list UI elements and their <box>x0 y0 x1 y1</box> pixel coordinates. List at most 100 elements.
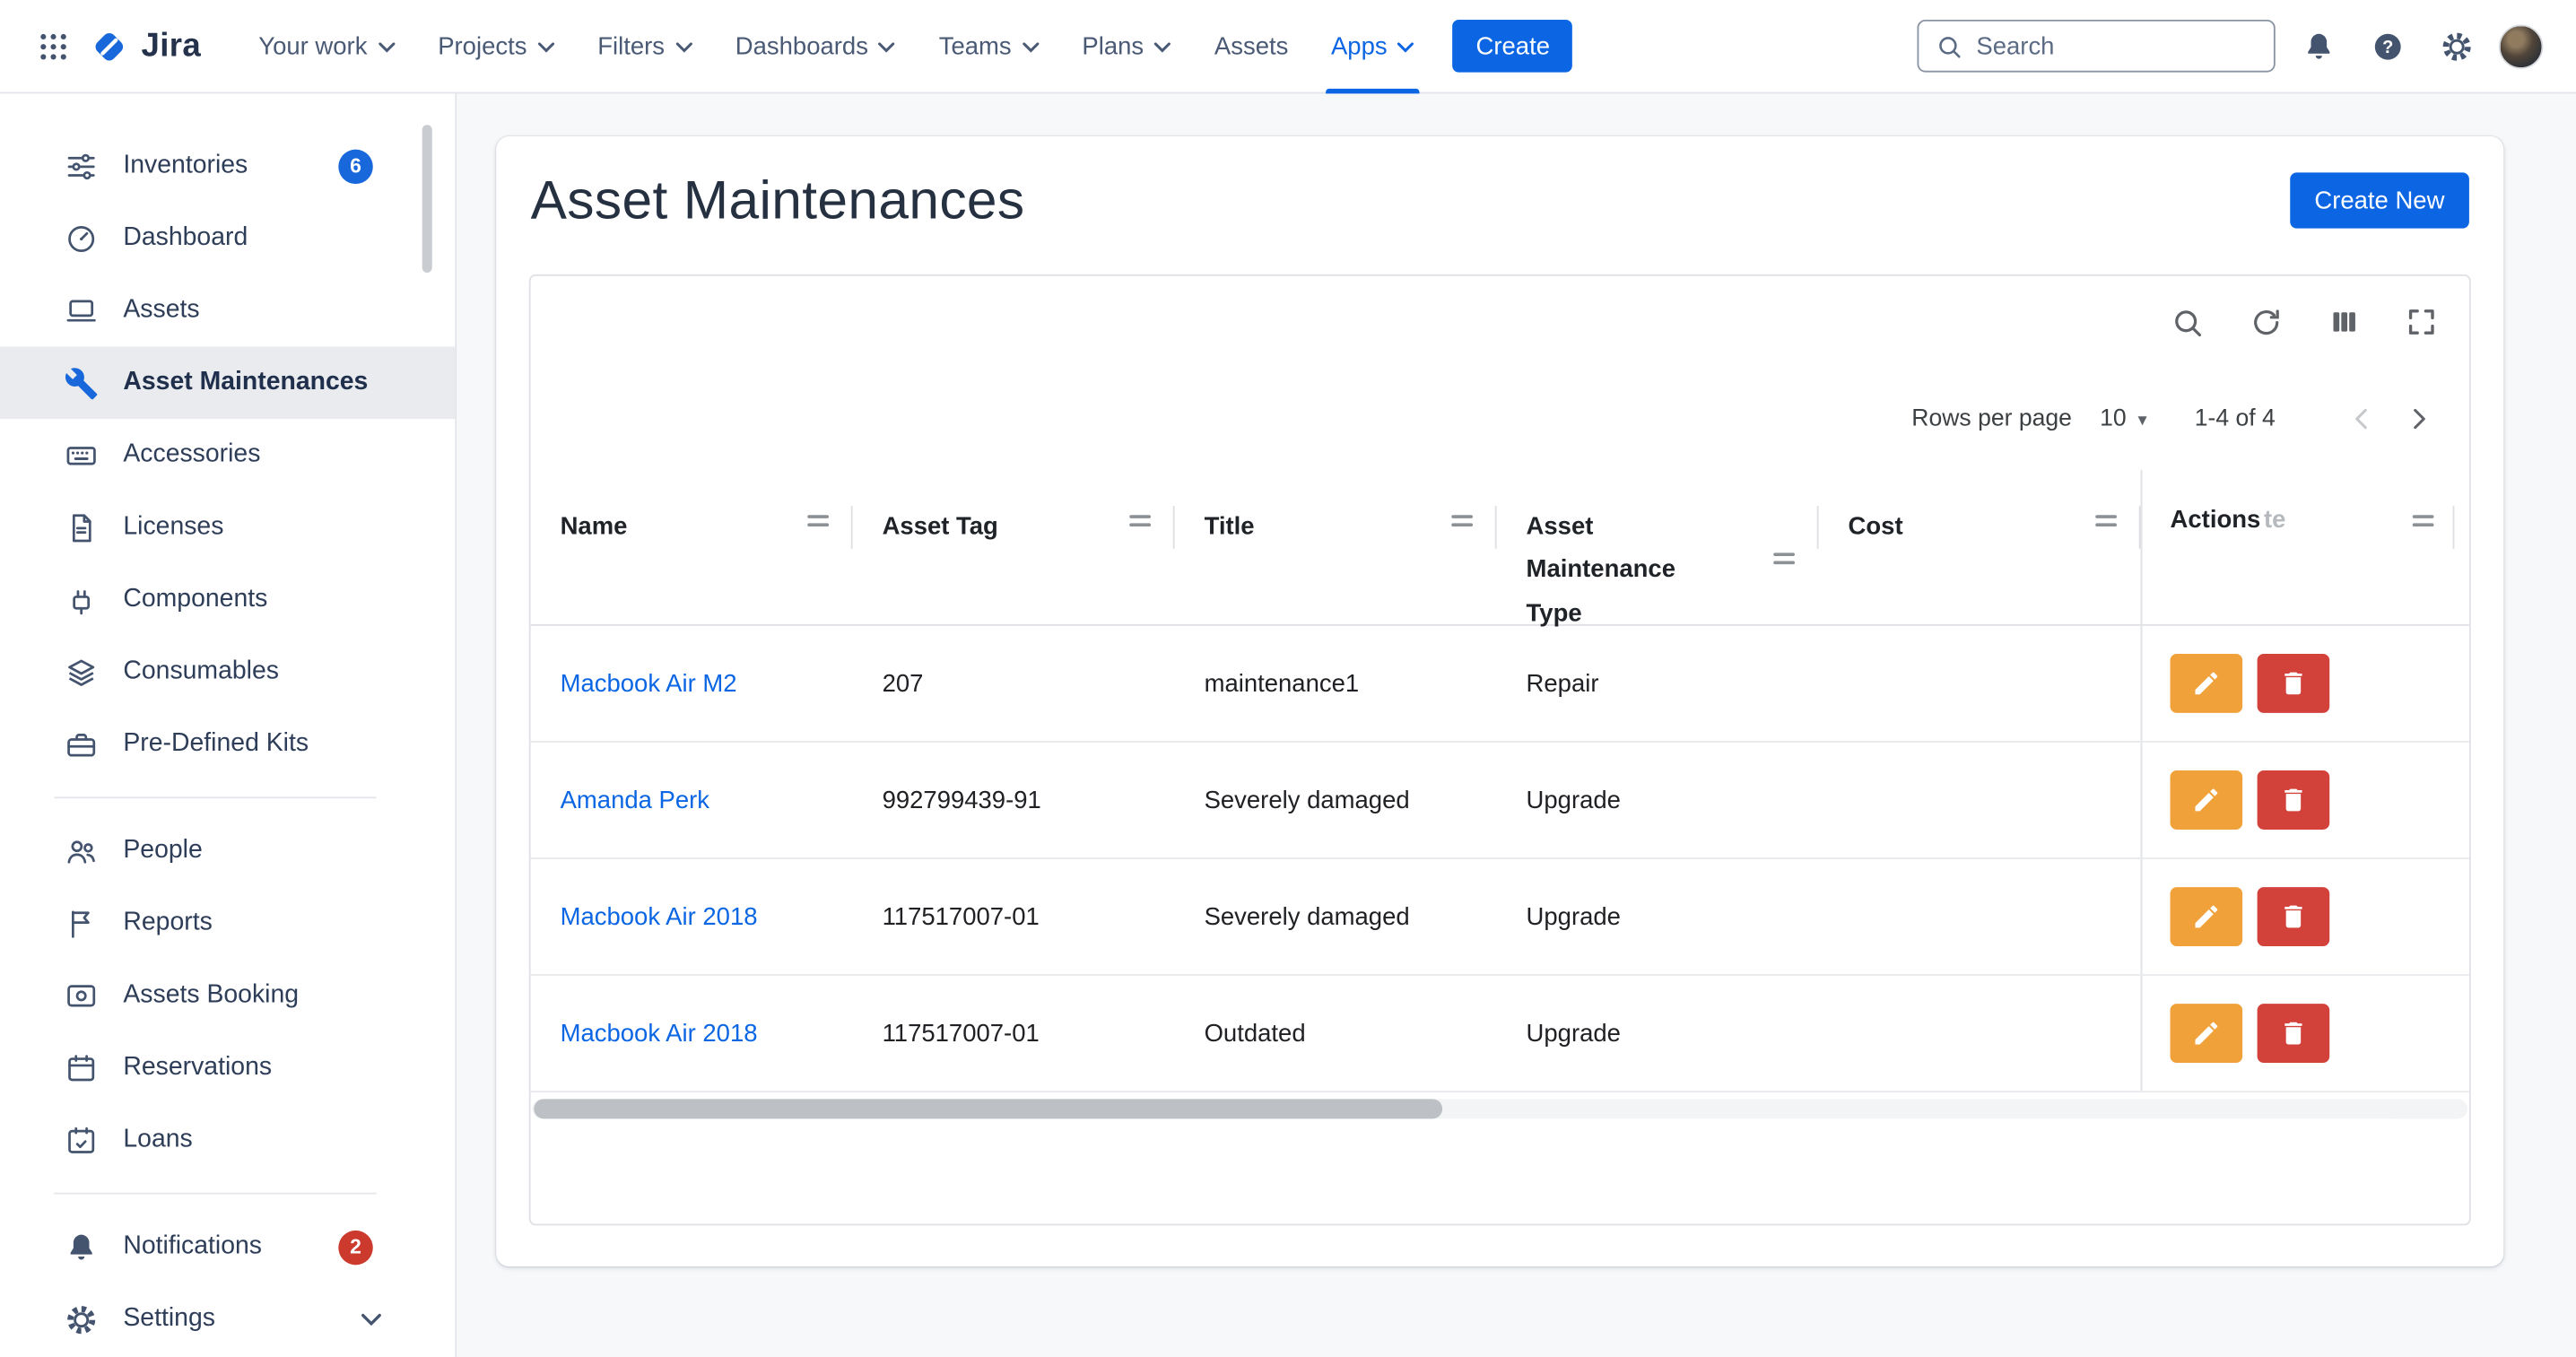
sidebar-item-reports[interactable]: Reports <box>0 887 455 960</box>
jira-logo-mark-icon <box>89 25 130 66</box>
column-drag-handle-icon[interactable] <box>805 509 831 533</box>
trash-icon <box>2278 1019 2308 1048</box>
create-new-button[interactable]: Create New <box>2290 172 2469 228</box>
asset-tag-cell: 992799439-91 <box>853 743 1175 857</box>
fullscreen-icon[interactable] <box>2405 306 2438 339</box>
column-drag-handle-icon[interactable] <box>2093 509 2119 533</box>
table-row: Macbook Air M2 207 maintenance1 Repair <box>531 626 2469 743</box>
grid-search-icon[interactable] <box>2171 305 2205 339</box>
chevron-down-icon <box>536 41 554 55</box>
bell-icon <box>63 1230 99 1264</box>
asset-tag-cell: 207 <box>853 626 1175 741</box>
nav-item-assets[interactable]: Assets <box>1193 0 1310 92</box>
column-header-actions[interactable]: Actionste <box>2141 470 2469 624</box>
sidebar-item-loans[interactable]: Loans <box>0 1104 455 1177</box>
sidebar-item-assets-booking[interactable]: Assets Booking <box>0 960 455 1032</box>
table-row: Macbook Air 2018 117517007-01 Outdated U… <box>531 976 2469 1092</box>
maintenance-type-cell: Upgrade <box>1497 743 1819 857</box>
sidebar-item-notifications[interactable]: Notifications 2 <box>0 1211 455 1283</box>
pencil-icon <box>2191 668 2221 698</box>
sidebar-item-components[interactable]: Components <box>0 563 455 636</box>
app-switcher-button[interactable] <box>26 20 79 73</box>
sidebar-item-inventories[interactable]: Inventories 6 <box>0 130 455 203</box>
nav-item-teams[interactable]: Teams <box>918 0 1061 92</box>
delete-button[interactable] <box>2258 770 2330 830</box>
asset-tag-cell: 117517007-01 <box>853 976 1175 1091</box>
user-avatar[interactable] <box>2499 24 2543 68</box>
horizontal-scrollbar[interactable] <box>532 1099 2467 1118</box>
edit-button[interactable] <box>2171 1004 2243 1063</box>
notifications-count-badge: 2 <box>338 1230 372 1264</box>
nav-item-your-work[interactable]: Your work <box>237 0 416 92</box>
column-header-asset-tag[interactable]: Asset Tag <box>853 470 1175 624</box>
table-row: Amanda Perk 992799439-91 Severely damage… <box>531 743 2469 859</box>
refresh-icon[interactable] <box>2249 305 2283 339</box>
jira-app: Jira Your work Projects Filters Dashboar… <box>0 0 2576 1357</box>
title-cell: maintenance1 <box>1175 626 1497 741</box>
sidebar-item-people[interactable]: People <box>0 814 455 887</box>
column-drag-handle-icon[interactable] <box>1127 509 1153 533</box>
settings-button[interactable] <box>2430 20 2483 73</box>
wrench-icon <box>63 366 99 400</box>
delete-button[interactable] <box>2258 887 2330 946</box>
asset-name-link[interactable]: Macbook Air 2018 <box>531 976 853 1091</box>
nav-item-apps[interactable]: Apps <box>1310 0 1436 92</box>
chevron-down-icon <box>377 41 395 55</box>
edit-button[interactable] <box>2171 770 2243 830</box>
sidebar-item-consumables[interactable]: Consumables <box>0 636 455 709</box>
bell-icon <box>2301 29 2335 63</box>
rows-per-page-select[interactable]: 10 ▾ <box>2100 405 2147 431</box>
help-button[interactable]: ? <box>2361 20 2414 73</box>
column-header-name[interactable]: Name <box>531 470 853 624</box>
row-actions-cell <box>2141 859 2469 974</box>
sidebar-item-assets[interactable]: Assets <box>0 274 455 347</box>
sidebar-item-licenses[interactable]: Licenses <box>0 491 455 564</box>
column-drag-handle-icon[interactable] <box>1449 509 1475 533</box>
nav-item-plans[interactable]: Plans <box>1061 0 1194 92</box>
global-search[interactable] <box>1917 20 2275 73</box>
calendar-check-icon <box>63 1123 99 1157</box>
asset-tag-cell: 117517007-01 <box>853 859 1175 974</box>
sidebar-item-pre-defined-kits[interactable]: Pre-Defined Kits <box>0 708 455 780</box>
sidebar-item-reservations[interactable]: Reservations <box>0 1031 455 1104</box>
next-page-button[interactable] <box>2390 391 2446 447</box>
horizontal-scrollbar-thumb[interactable] <box>534 1099 1442 1118</box>
column-drag-handle-icon[interactable] <box>2410 509 2436 533</box>
delete-button[interactable] <box>2258 654 2330 713</box>
pencil-icon <box>2191 902 2221 932</box>
asset-name-link[interactable]: Macbook Air M2 <box>531 626 853 741</box>
previous-page-button[interactable] <box>2335 391 2390 447</box>
column-drag-handle-icon[interactable] <box>1771 547 1797 570</box>
nav-item-dashboards[interactable]: Dashboards <box>714 0 918 92</box>
grid-toolbar <box>531 276 2469 369</box>
sidebar-scrollbar-thumb[interactable] <box>422 125 432 273</box>
sidebar-item-accessories[interactable]: Accessories <box>0 419 455 491</box>
sidebar-item-asset-maintenances[interactable]: Asset Maintenances <box>0 346 455 419</box>
layers-icon <box>63 655 99 689</box>
search-input[interactable] <box>1976 32 2257 60</box>
chevron-left-icon <box>2347 404 2377 434</box>
jira-logo[interactable]: Jira <box>89 25 201 66</box>
row-actions-cell <box>2141 743 2469 857</box>
help-question-icon: ? <box>2370 29 2404 63</box>
edit-button[interactable] <box>2171 887 2243 946</box>
inventories-count-badge: 6 <box>338 149 372 183</box>
main-content: Asset Maintenances Create New <box>457 93 2576 1357</box>
delete-button[interactable] <box>2258 1004 2330 1063</box>
asset-name-link[interactable]: Macbook Air 2018 <box>531 859 853 974</box>
app-shell: Inventories 6 Dashboard Assets Asset <box>0 93 2576 1357</box>
nav-item-filters[interactable]: Filters <box>576 0 714 92</box>
asset-name-link[interactable]: Amanda Perk <box>531 743 853 857</box>
search-icon <box>1936 32 1963 60</box>
cost-cell <box>1819 976 2141 1091</box>
notifications-button[interactable] <box>2292 20 2345 73</box>
edit-button[interactable] <box>2171 654 2243 713</box>
create-button[interactable]: Create <box>1453 20 1573 73</box>
sidebar-item-settings[interactable]: Settings <box>0 1283 455 1355</box>
nav-item-projects[interactable]: Projects <box>416 0 576 92</box>
column-header-cost[interactable]: Cost <box>1819 470 2141 624</box>
sidebar-item-dashboard[interactable]: Dashboard <box>0 202 455 274</box>
column-header-asset-maintenance-type[interactable]: Asset Maintenance Type <box>1497 470 1819 624</box>
columns-icon[interactable] <box>2328 306 2361 339</box>
column-header-title[interactable]: Title <box>1175 470 1497 624</box>
